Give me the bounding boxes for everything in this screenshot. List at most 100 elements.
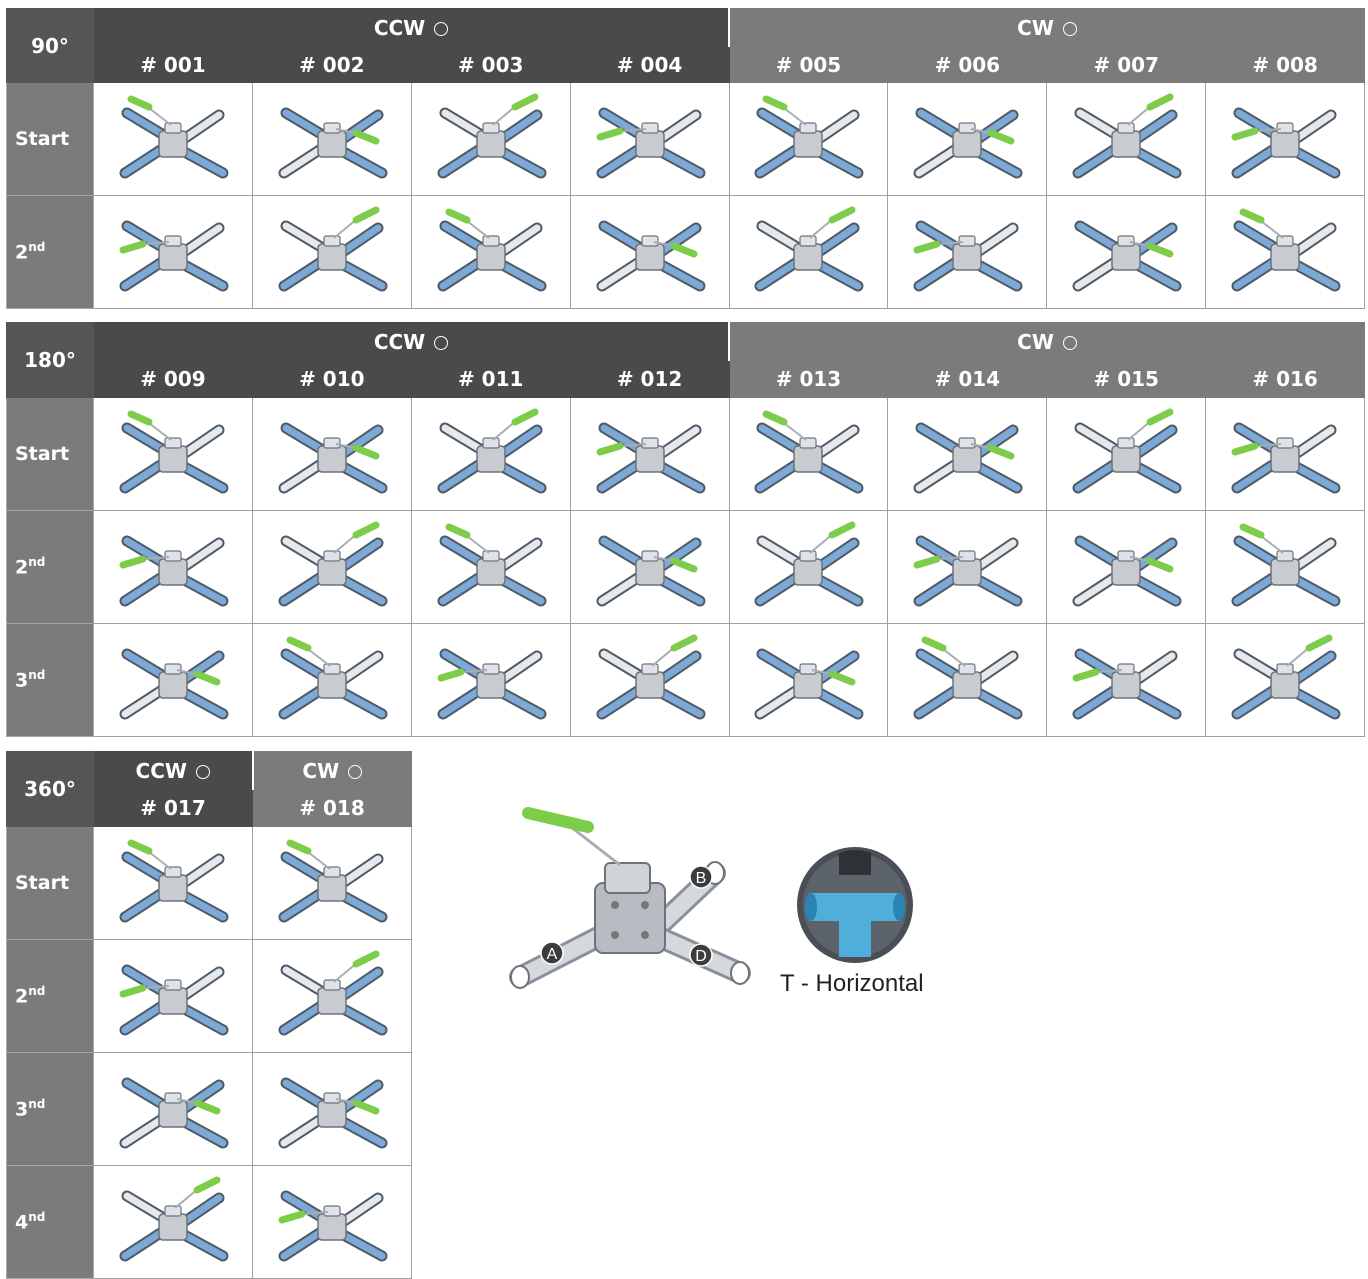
valve-diagram-handle-r xyxy=(1072,220,1182,292)
valve-handle-icon xyxy=(352,444,380,460)
valve-position-cell xyxy=(252,1165,412,1279)
valve-diagram-handle-l xyxy=(278,1190,388,1262)
valve-position-cell xyxy=(728,623,889,737)
rotation-ccw-icon xyxy=(434,335,449,350)
valve-position-cell xyxy=(251,623,412,737)
valve-diagram-handle-tr xyxy=(437,93,547,179)
valve-position-cell xyxy=(93,1052,253,1166)
valve-handle-icon xyxy=(127,410,153,426)
table-row: Start xyxy=(6,82,1366,196)
column-number-header: # 015 xyxy=(1046,360,1207,398)
valve-diagram-handle-l xyxy=(913,535,1023,607)
column-number-header: # 005 xyxy=(728,46,889,83)
column-number-header: # 011 xyxy=(410,360,571,398)
valve-diagram-handle-l xyxy=(1231,422,1341,494)
valve-position-cell xyxy=(569,397,730,511)
valve-handle-icon xyxy=(352,1099,380,1115)
valve-handle-icon xyxy=(352,950,380,968)
valve-diagram-handle-tr xyxy=(278,206,388,292)
valve-handle-icon xyxy=(1146,242,1174,258)
valve-handle-icon xyxy=(352,206,380,224)
valve-position-cell xyxy=(887,195,1048,309)
valve-handle-icon xyxy=(1146,557,1174,573)
row-step-header: 3nd xyxy=(6,1052,94,1166)
valve-diagram-handle-r xyxy=(119,648,229,720)
column-number-header: # 016 xyxy=(1205,360,1366,398)
valve-handle-icon xyxy=(987,444,1015,460)
cw-group-header: CW xyxy=(728,322,1366,361)
valve-position-cell xyxy=(252,826,412,940)
valve-handle-icon xyxy=(1239,523,1265,539)
column-number-header: # 008 xyxy=(1205,46,1366,83)
valve-handle-icon xyxy=(1305,634,1333,652)
valve-position-cell xyxy=(728,397,889,511)
valve-diagram-handle-tl xyxy=(119,839,229,923)
valve-handle-icon xyxy=(193,1099,221,1115)
valve-handle-icon xyxy=(921,636,947,652)
column-number-header: # 013 xyxy=(728,360,889,398)
column-number-header: # 006 xyxy=(887,46,1048,83)
valve-diagram-handle-l xyxy=(437,648,547,720)
valve-diagram-handle-tr xyxy=(278,950,388,1036)
t-horizontal-flow-icon xyxy=(797,847,913,963)
column-number-header: # 009 xyxy=(93,360,253,398)
valve-diagram-handle-tr xyxy=(754,206,864,292)
row-step-header: Start xyxy=(6,82,94,196)
valve-handle-icon xyxy=(762,410,788,426)
valve-port-diagram: A B D xyxy=(509,807,751,989)
flow-pattern-caption: T - Horizontal xyxy=(780,970,924,997)
valve-diagram-handle-tl xyxy=(278,636,388,720)
valve-handle-icon xyxy=(828,670,856,686)
valve-diagram-handle-tr xyxy=(1231,634,1341,720)
valve-handle-icon xyxy=(670,557,698,573)
valve-diagram-handle-tr xyxy=(1072,408,1182,494)
row-step-header: 2nd xyxy=(6,510,94,624)
valve-position-cell xyxy=(728,82,889,196)
row-step-header: Start xyxy=(6,826,94,940)
valve-handle-icon xyxy=(828,521,856,539)
valve-position-cell xyxy=(1046,397,1207,511)
valve-diagram-handle-tr xyxy=(437,408,547,494)
valve-position-cell xyxy=(1205,195,1366,309)
valve-diagram-handle-tl xyxy=(278,839,388,923)
table-360-degrees: 360° CCW CW # 017 # 018 Start 2nd 3nd 4nd xyxy=(6,751,412,1279)
row-step-header: 4nd xyxy=(6,1165,94,1279)
valve-position-cell xyxy=(1046,82,1207,196)
valve-position-cell xyxy=(93,623,253,737)
valve-position-cell xyxy=(569,510,730,624)
ccw-group-header: CCW xyxy=(93,751,254,790)
valve-position-cell xyxy=(1205,510,1366,624)
valve-position-cell xyxy=(93,82,253,196)
valve-diagram-handle-r xyxy=(278,107,388,179)
valve-diagram-handle-r xyxy=(913,422,1023,494)
valve-handle-icon xyxy=(127,839,153,855)
valve-handle-icon xyxy=(596,442,624,456)
valve-position-cell xyxy=(1205,623,1366,737)
valve-handle-icon xyxy=(1146,93,1174,111)
valve-diagram-handle-tl xyxy=(1231,523,1341,607)
angle-header: 180° xyxy=(6,322,94,398)
valve-handle-icon xyxy=(352,521,380,539)
valve-handle-icon xyxy=(1239,208,1265,224)
valve-diagram-handle-r xyxy=(596,535,706,607)
valve-position-cell xyxy=(252,939,412,1053)
valve-position-cell xyxy=(93,195,253,309)
valve-handle-icon xyxy=(119,555,147,569)
port-b-label: B xyxy=(696,870,707,887)
valve-position-cell xyxy=(410,397,571,511)
valve-diagram-handle-tl xyxy=(437,523,547,607)
valve-handle-icon xyxy=(670,634,698,652)
port-d-label: D xyxy=(695,948,707,965)
column-number-header: # 017 xyxy=(93,789,253,827)
valve-handle-icon xyxy=(913,555,941,569)
valve-diagram-handle-r xyxy=(119,1077,229,1149)
rotation-ccw-icon xyxy=(434,21,449,36)
valve-position-cell xyxy=(569,195,730,309)
port-a-label: A xyxy=(547,946,558,963)
cw-group-header: CW xyxy=(252,751,412,790)
valve-position-cell xyxy=(1046,510,1207,624)
valve-position-cell xyxy=(569,623,730,737)
valve-position-cell xyxy=(887,510,1048,624)
valve-position-cell xyxy=(728,510,889,624)
valve-diagram-handle-tl xyxy=(119,410,229,494)
